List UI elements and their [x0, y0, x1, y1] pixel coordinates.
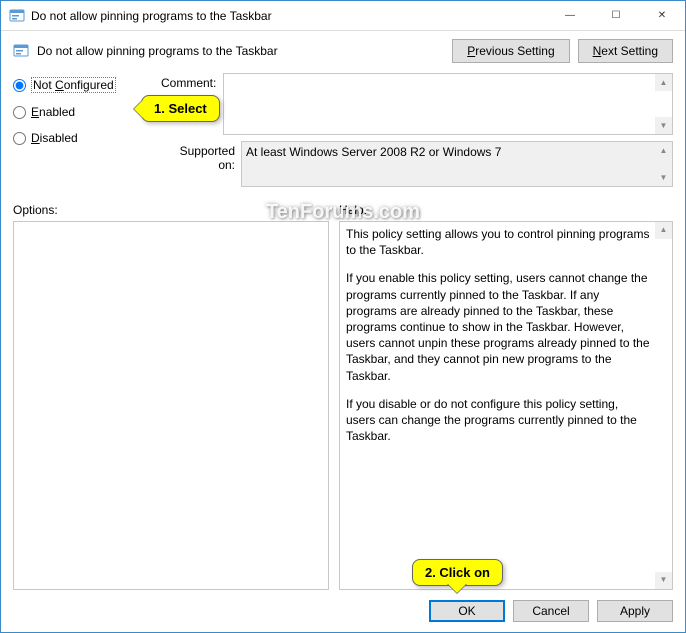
dialog-button-row: 2. Click on OK Cancel Apply: [1, 590, 685, 632]
scroll-up-icon[interactable]: ▲: [655, 74, 672, 91]
cancel-button[interactable]: Cancel: [513, 600, 589, 622]
scroll-up-icon[interactable]: ▲: [655, 222, 672, 239]
policy-icon: [13, 43, 29, 59]
apply-button[interactable]: Apply: [597, 600, 673, 622]
radio-disabled[interactable]: Disabled: [13, 131, 153, 145]
supported-on-box: At least Windows Server 2008 R2 or Windo…: [241, 141, 673, 187]
title-bar: Do not allow pinning programs to the Tas…: [1, 1, 685, 31]
radio-enabled-input[interactable]: [13, 106, 26, 119]
supported-scrollbar[interactable]: ▲▼: [655, 142, 672, 186]
maximize-button[interactable]: ☐: [593, 1, 639, 31]
comment-scrollbar[interactable]: ▲▼: [655, 74, 672, 134]
window-icon: [9, 8, 25, 24]
annotation-click: 2. Click on: [412, 559, 503, 586]
config-row: Not Configured Enabled Disabled 1. Selec…: [1, 71, 685, 199]
help-text: This policy setting allows you to contro…: [346, 226, 650, 444]
lower-panels: Options: Help: This policy setting allow…: [1, 199, 685, 590]
policy-title: Do not allow pinning programs to the Tas…: [37, 44, 444, 58]
dialog-window: Do not allow pinning programs to the Tas…: [0, 0, 686, 633]
radio-not-configured-input[interactable]: [13, 79, 26, 92]
options-panel[interactable]: [13, 221, 329, 590]
radio-not-configured[interactable]: Not Configured: [13, 77, 153, 93]
previous-setting-button[interactable]: Previous Setting: [452, 39, 569, 63]
supported-on-text: At least Windows Server 2008 R2 or Windo…: [246, 145, 501, 159]
scroll-down-icon[interactable]: ▼: [655, 117, 672, 134]
help-panel[interactable]: This policy setting allows you to contro…: [339, 221, 673, 590]
comment-textarea[interactable]: ▲▼: [223, 73, 673, 135]
fields-column: Comment: ▲▼ Supported on: At least Windo…: [161, 73, 673, 193]
header-row: Do not allow pinning programs to the Tas…: [1, 31, 685, 71]
scroll-down-icon[interactable]: ▼: [655, 169, 672, 186]
state-radio-group: Not Configured Enabled Disabled 1. Selec…: [13, 73, 153, 193]
close-button[interactable]: ✕: [639, 1, 685, 31]
window-title: Do not allow pinning programs to the Tas…: [31, 9, 547, 23]
options-label: Options:: [13, 199, 329, 221]
minimize-button[interactable]: —: [547, 1, 593, 31]
supported-label: Supported on:: [161, 141, 241, 187]
radio-disabled-input[interactable]: [13, 132, 26, 145]
help-label: Help:: [339, 199, 673, 221]
annotation-select: 1. Select: [141, 95, 220, 122]
next-setting-button[interactable]: Next Setting: [578, 39, 673, 63]
scroll-up-icon[interactable]: ▲: [655, 142, 672, 159]
scroll-down-icon[interactable]: ▼: [655, 572, 672, 589]
help-scrollbar[interactable]: ▲▼: [655, 222, 672, 589]
